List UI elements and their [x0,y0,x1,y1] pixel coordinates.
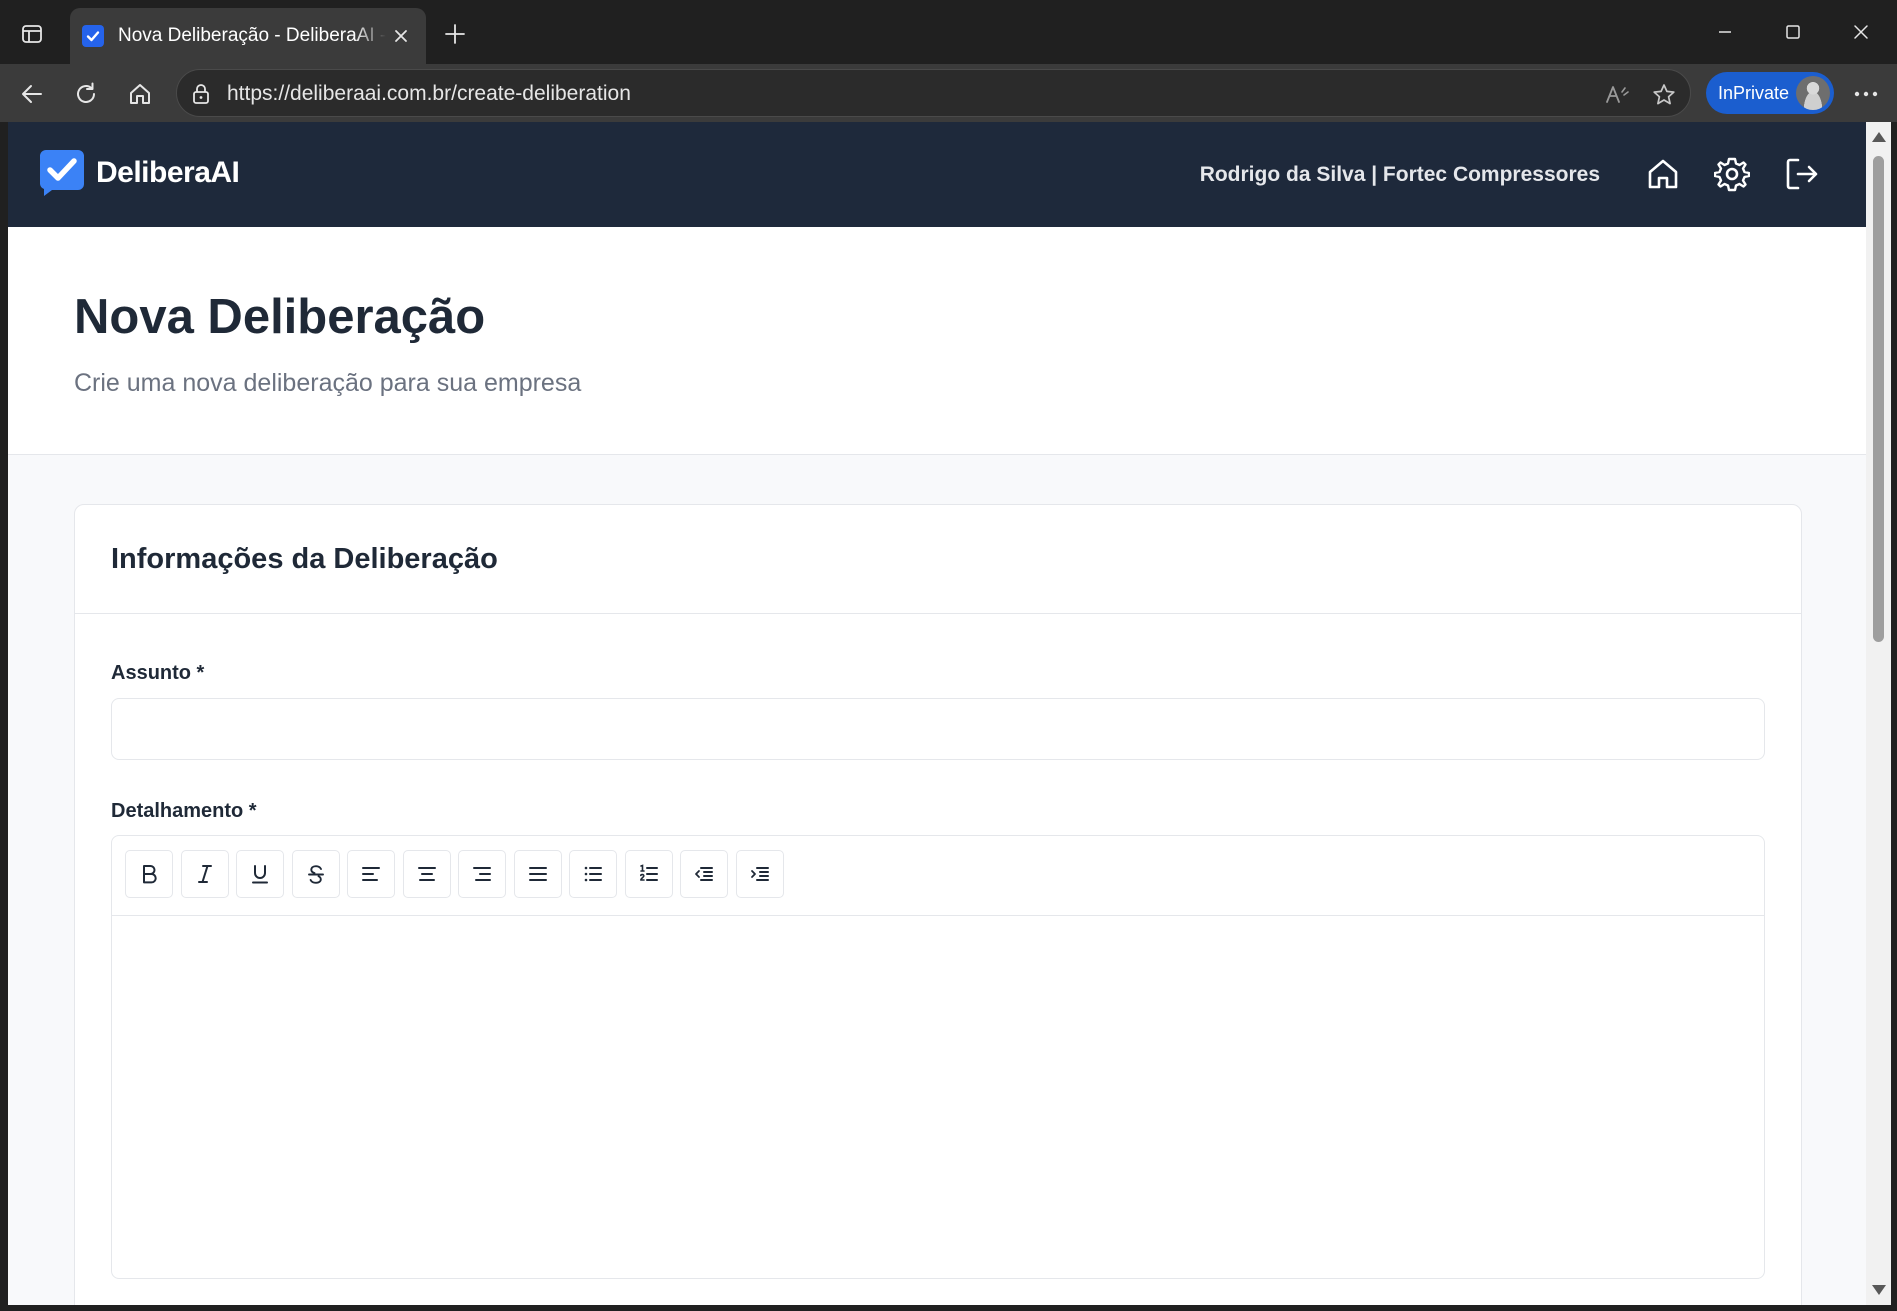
ordered-list-button[interactable] [625,850,673,898]
editor-toolbar [112,836,1764,916]
favorite-star-icon[interactable] [1649,80,1679,110]
indent-icon [751,867,769,881]
page-scrollbar[interactable] [1866,122,1891,1305]
align-left-icon [362,867,380,881]
user-company-info: Rodrigo da Silva | Fortec Compressores [1199,163,1600,186]
brand-name[interactable]: DeliberaAI [96,154,240,192]
sidebar-toggle-icon[interactable] [14,16,50,52]
italic-icon [198,865,212,883]
bold-button[interactable] [125,850,173,898]
card-header: Informações da Deliberação [75,505,1801,614]
url-text[interactable]: https://deliberaai.com.br/create-deliber… [227,80,631,108]
bold-icon [143,865,157,884]
scroll-up-arrow-icon[interactable] [1872,132,1886,142]
refresh-icon[interactable] [66,74,106,114]
back-icon[interactable] [12,74,52,114]
favicon-icon [82,25,104,47]
settings-icon[interactable] [1712,154,1752,194]
address-bar[interactable]: https://deliberaai.com.br/create-deliber… [176,69,1691,117]
app-header: DeliberaAI Rodrigo da Silva | Fortec Com… [8,122,1866,227]
more-options-icon[interactable] [1846,74,1886,114]
italic-button[interactable] [181,850,229,898]
read-aloud-icon[interactable] [1602,80,1632,110]
outdent-button[interactable] [680,850,728,898]
subject-input[interactable] [111,698,1765,760]
logout-icon[interactable] [1782,154,1822,194]
align-justify-button[interactable] [514,850,562,898]
page-subtitle: Crie uma nova deliberação para sua empre… [74,369,582,397]
tab-close-icon[interactable] [388,23,414,49]
align-center-button[interactable] [403,850,451,898]
page-title: Nova Deliberação [74,290,486,344]
align-justify-icon [529,867,547,881]
strikethrough-button[interactable] [292,850,340,898]
home-icon[interactable] [1643,154,1683,194]
browser-tab-active[interactable]: Nova Deliberação - DeliberaAI - Delibera… [70,8,426,64]
minimize-icon[interactable] [1700,10,1750,54]
details-label: Detalhamento * [111,800,257,822]
ordered-list-icon [640,864,658,881]
window-bottom-border [0,1305,1897,1311]
scroll-down-arrow-icon[interactable] [1872,1285,1886,1295]
underline-button[interactable] [236,850,284,898]
deliberation-form-card: Informações da Deliberação Assunto * Det… [74,504,1802,1305]
indent-button[interactable] [736,850,784,898]
underline-icon [252,865,268,884]
home-browser-icon[interactable] [120,74,160,114]
browser-toolbar: https://deliberaai.com.br/create-deliber… [0,64,1897,122]
align-right-icon [473,867,491,881]
inprivate-button[interactable]: InPrivate [1706,72,1834,114]
page-viewport: DeliberaAI Rodrigo da Silva | Fortec Com… [8,122,1866,1305]
align-center-icon [418,867,436,881]
new-tab-icon[interactable] [440,16,470,52]
rich-text-editor [111,835,1765,1279]
strikethrough-icon [308,865,324,884]
lock-icon[interactable] [189,82,213,106]
outdent-icon [695,867,713,881]
align-left-button[interactable] [347,850,395,898]
page-header: Nova Deliberação Crie uma nova deliberaç… [8,227,1866,455]
tab-title: Nova Deliberação - DeliberaAI - Delibera… [118,25,386,46]
bullet-list-icon [584,866,602,882]
card-title: Informações da Deliberação [111,543,498,575]
maximize-icon[interactable] [1768,10,1818,54]
logo-icon[interactable] [38,148,86,196]
details-editor-area[interactable] [112,916,1764,1278]
scroll-thumb[interactable] [1873,156,1884,642]
inprivate-label: InPrivate [1718,83,1790,103]
align-right-button[interactable] [458,850,506,898]
profile-avatar [1796,76,1830,110]
subject-label: Assunto * [111,662,205,684]
browser-title-bar: Nova Deliberação - DeliberaAI - Delibera… [0,0,1897,64]
close-window-icon[interactable] [1836,10,1886,54]
bullet-list-button[interactable] [569,850,617,898]
